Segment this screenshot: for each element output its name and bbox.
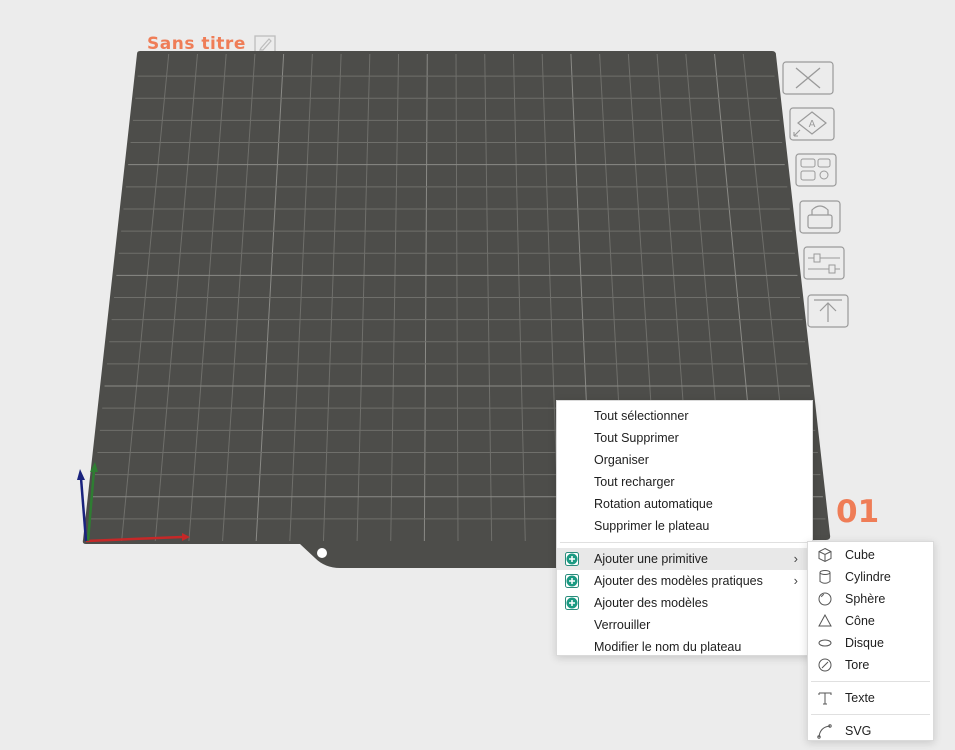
menu-item-label: Ajouter des modèles xyxy=(594,596,708,610)
menu-item-label: Cylindre xyxy=(845,570,891,584)
menu-item-label: Sphère xyxy=(845,592,886,606)
menu-item-label: Texte xyxy=(845,691,875,705)
svg-icon xyxy=(817,724,832,739)
menu-item-disc[interactable]: Disque xyxy=(808,632,933,654)
chevron-right-icon: › xyxy=(793,573,798,588)
add-icon xyxy=(565,552,579,566)
menu-item-lock[interactable]: Verrouiller xyxy=(557,614,812,636)
plate-number: 01 xyxy=(836,494,880,530)
menu-item-label: Organiser xyxy=(594,453,649,467)
chevron-right-icon: › xyxy=(793,551,798,566)
lock-icon xyxy=(799,200,841,234)
sphere-icon xyxy=(818,592,832,606)
menu-item-label: SVG xyxy=(845,724,872,738)
menu-item-label: Tout recharger xyxy=(594,475,675,489)
sliders-icon xyxy=(803,246,845,280)
cone-icon xyxy=(818,613,832,627)
menu-separator xyxy=(811,681,930,682)
cylinder-icon xyxy=(819,570,831,584)
menu-item-label: Tore xyxy=(845,658,870,672)
arrange-a-icon: A xyxy=(789,107,835,141)
bed-notch xyxy=(317,548,327,558)
menu-item-label: Cône xyxy=(845,614,875,628)
menu-item-label: Verrouiller xyxy=(594,618,651,632)
menu-separator xyxy=(811,714,930,715)
plate-settings-button[interactable] xyxy=(798,245,850,281)
menu-item-label: Cube xyxy=(845,548,875,562)
menu-item-label: Ajouter des modèles pratiques xyxy=(594,574,763,588)
close-x-icon xyxy=(782,61,834,95)
menu-item-label: Disque xyxy=(845,636,884,650)
menu-item-label: Ajouter une primitive xyxy=(594,552,708,566)
plate-context-menu: Tout sélectionner Tout Supprimer Organis… xyxy=(556,400,813,656)
auto-orient-button[interactable]: A xyxy=(786,106,838,142)
add-icon xyxy=(565,574,579,588)
menu-item-add-practical-models[interactable]: Ajouter des modèles pratiques › xyxy=(557,570,812,592)
menu-item-add-models[interactable]: Ajouter des modèles xyxy=(557,592,812,614)
arrow-up-bar-icon xyxy=(807,294,849,328)
arrange-button[interactable] xyxy=(790,152,842,188)
lock-button[interactable] xyxy=(794,199,846,235)
primitive-submenu: Cube Cylindre Sphère Cône Disque Tore Te… xyxy=(807,541,934,741)
menu-item-label: Modifier le nom du plateau xyxy=(594,640,742,654)
cube-icon xyxy=(818,547,832,563)
move-to-top-button[interactable] xyxy=(802,293,854,329)
menu-item-label: Supprimer le plateau xyxy=(594,519,710,533)
menu-item-sphere[interactable]: Sphère xyxy=(808,588,933,610)
menu-item-label: Tout Supprimer xyxy=(594,431,679,445)
menu-item-arrange[interactable]: Organiser xyxy=(557,449,812,471)
menu-item-delete-all[interactable]: Tout Supprimer xyxy=(557,427,812,449)
grid-arrange-icon xyxy=(795,153,837,187)
torus-icon xyxy=(818,658,832,672)
menu-separator xyxy=(560,542,809,543)
text-icon xyxy=(818,692,832,705)
menu-item-svg[interactable]: SVG xyxy=(808,720,933,742)
menu-item-delete-plate[interactable]: Supprimer le plateau xyxy=(557,515,812,537)
menu-item-select-all[interactable]: Tout sélectionner xyxy=(557,405,812,427)
menu-item-cone[interactable]: Cône xyxy=(808,610,933,632)
menu-item-add-primitive[interactable]: Ajouter une primitive › xyxy=(557,548,812,570)
menu-item-rename-plate[interactable]: Modifier le nom du plateau xyxy=(557,636,812,658)
menu-item-text[interactable]: Texte xyxy=(808,687,933,709)
disc-icon xyxy=(818,639,832,647)
menu-item-cylinder[interactable]: Cylindre xyxy=(808,566,933,588)
svg-text:A: A xyxy=(809,119,816,130)
add-icon xyxy=(565,596,579,610)
menu-item-cube[interactable]: Cube xyxy=(808,544,933,566)
menu-item-label: Tout sélectionner xyxy=(594,409,689,423)
remove-plate-button[interactable] xyxy=(782,60,834,96)
menu-item-auto-rotate[interactable]: Rotation automatique xyxy=(557,493,812,515)
menu-item-torus[interactable]: Tore xyxy=(808,654,933,676)
menu-item-label: Rotation automatique xyxy=(594,497,713,511)
menu-item-reload-all[interactable]: Tout recharger xyxy=(557,471,812,493)
